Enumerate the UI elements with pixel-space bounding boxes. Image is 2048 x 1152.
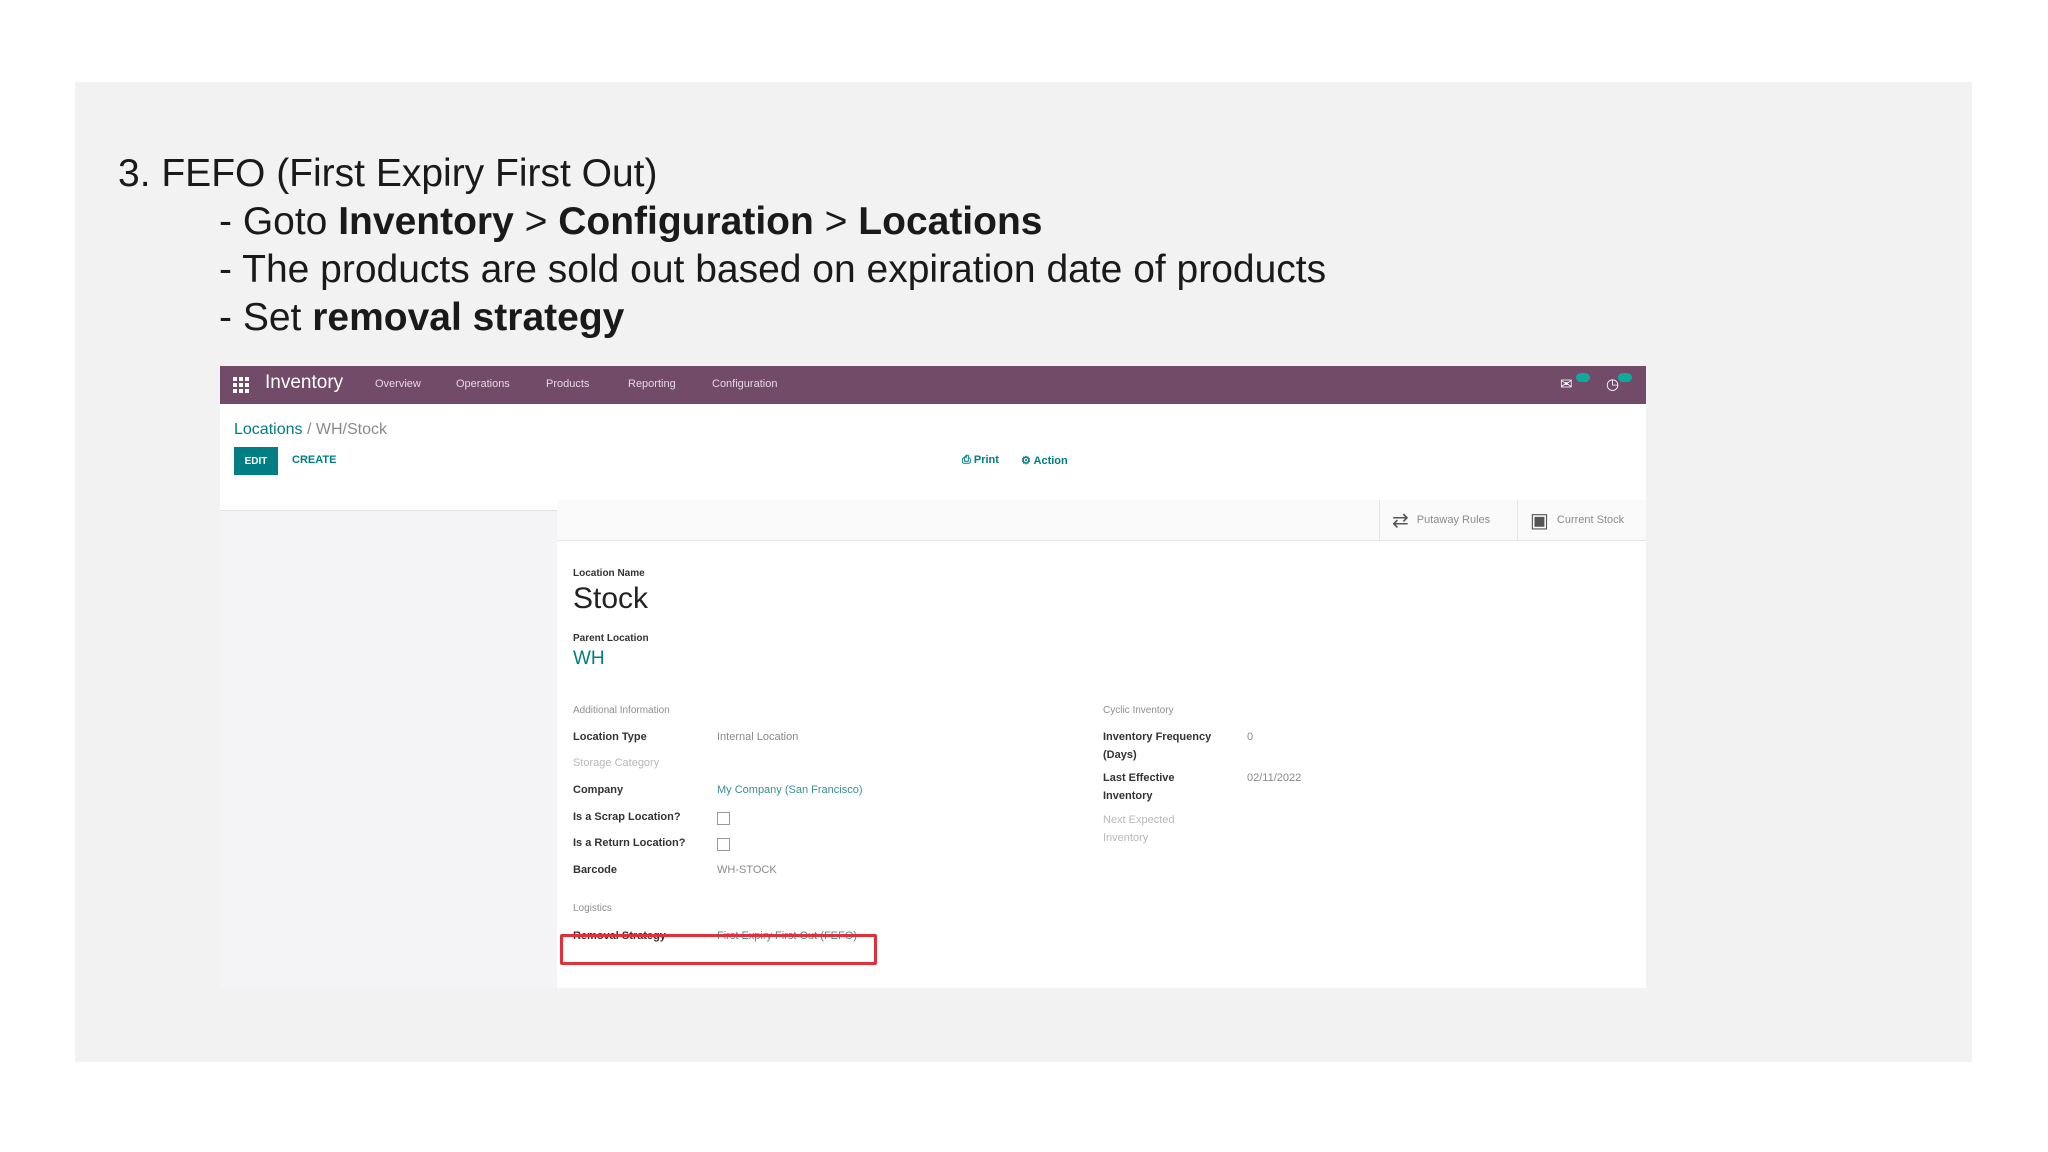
parent-location-link[interactable]: WH (573, 648, 605, 670)
scrap-location-checkbox[interactable] (717, 812, 730, 825)
print-button[interactable]: ⎙ Print (962, 454, 999, 467)
menu-reporting[interactable]: Reporting (628, 378, 676, 390)
location-type-label: Location Type (573, 731, 647, 743)
next-expected-label: Next Expected (1103, 814, 1175, 826)
step-goto: - Goto Inventory > Configuration > Locat… (219, 200, 1043, 243)
breadcrumb: Locations / WH/Stock (234, 421, 387, 438)
configuration-term: Configuration (558, 200, 814, 243)
additional-info-heading: Additional Information (573, 705, 670, 716)
barcode-label: Barcode (573, 864, 618, 876)
location-name-value[interactable]: Stock (573, 582, 648, 616)
shuffle-icon: ⇄ (1392, 509, 1409, 532)
last-effective-value: 02/11/2022 (1247, 772, 1302, 784)
step-set-removal: - Set removal strategy (219, 296, 625, 339)
menu-overview[interactable]: Overview (375, 378, 421, 390)
menu-operations[interactable]: Operations (456, 378, 510, 390)
removal-strategy-highlight (560, 934, 877, 965)
return-location-label: Is a Return Location? (573, 837, 686, 849)
form-sheet: ⇄ Putaway Rules ▣ Current Stock Location… (557, 500, 1646, 988)
inventory-frequency-label-days: (Days) (1103, 749, 1137, 761)
current-stock-button[interactable]: ▣ Current Stock (1517, 500, 1646, 540)
logistics-heading: Logistics (573, 903, 612, 914)
barcode-value[interactable]: WH-STOCK (717, 864, 777, 876)
apps-grid-icon[interactable] (232, 376, 250, 394)
smart-button-box: ⇄ Putaway Rules ▣ Current Stock (557, 500, 1646, 541)
location-name-label: Location Name (573, 568, 645, 579)
chat-icon[interactable]: ✉ (1560, 375, 1573, 393)
parent-location-label: Parent Location (573, 633, 649, 644)
instructions: 3. FEFO (First Expiry First Out) - Goto … (118, 150, 1326, 342)
last-effective-label-inventory: Inventory (1103, 790, 1153, 802)
odoo-screenshot: Inventory Overview Operations Products R… (220, 366, 1646, 988)
action-button[interactable]: ⚙ Action (1021, 454, 1068, 467)
removal-strategy-term: removal strategy (312, 296, 625, 339)
storage-category-label: Storage Category (573, 757, 660, 769)
inventory-term: Inventory (338, 200, 514, 243)
company-value[interactable]: My Company (San Francisco) (717, 784, 863, 796)
control-panel: Locations / WH/Stock EDIT CREATE ⎙ Print… (220, 404, 1646, 511)
chat-badge (1576, 373, 1590, 382)
top-navbar: Inventory Overview Operations Products R… (220, 366, 1646, 404)
app-title[interactable]: Inventory (265, 372, 343, 394)
heading: 3. FEFO (First Expiry First Out) (118, 152, 658, 195)
menu-products[interactable]: Products (546, 378, 589, 390)
location-type-value[interactable]: Internal Location (717, 731, 798, 743)
last-effective-label: Last Effective (1103, 772, 1175, 784)
inventory-frequency-label: Inventory Frequency (1103, 731, 1212, 743)
cyclic-inventory-heading: Cyclic Inventory (1103, 705, 1174, 716)
locations-term: Locations (858, 200, 1043, 243)
menu-configuration[interactable]: Configuration (712, 378, 777, 390)
inventory-frequency-value[interactable]: 0 (1247, 731, 1253, 743)
step-description: - The products are sold out based on exp… (219, 248, 1327, 291)
create-button[interactable]: CREATE (292, 454, 336, 466)
company-label: Company (573, 784, 624, 796)
edit-button[interactable]: EDIT (234, 447, 278, 475)
activity-badge (1618, 373, 1632, 382)
putaway-rules-button[interactable]: ⇄ Putaway Rules (1379, 500, 1518, 540)
cubes-icon: ▣ (1530, 509, 1549, 532)
scrap-location-label: Is a Scrap Location? (573, 811, 681, 823)
next-expected-label-inventory: Inventory (1103, 832, 1149, 844)
breadcrumb-current: WH/Stock (315, 421, 387, 438)
return-location-checkbox[interactable] (717, 838, 730, 851)
breadcrumb-locations-link[interactable]: Locations (234, 421, 303, 438)
